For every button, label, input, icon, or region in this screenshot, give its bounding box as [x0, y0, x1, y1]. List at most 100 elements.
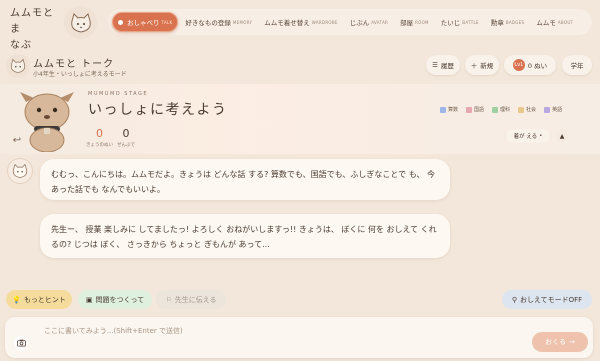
stage-label: MUMUMO STAGE [88, 91, 148, 97]
subject-label: 理科 [500, 107, 511, 113]
arrow-right-icon: → [569, 338, 575, 346]
message-bubble: 先生ー、 授業 楽しみに してましたっ! よろしく おねがいしますっ!! きょう… [40, 214, 450, 258]
main-nav: おしゃべり TALK 好きなもの登録 MEMORY ムムモ着せ替え WARDRO… [108, 9, 592, 35]
subject-label: 国語 [474, 107, 485, 113]
nav-tab-label: 部屋 [400, 19, 414, 27]
list-icon: ☰ [432, 61, 438, 69]
make-problem-label: 問題をつくって [95, 295, 145, 304]
coins-label: 0 ぬい [527, 62, 548, 70]
top-bar: ムムモとま なぶ おしゃべり TALK 好きなもの登録 MEMORY ムムモ着せ… [0, 0, 600, 51]
square-icon [544, 106, 551, 113]
camera-icon[interactable] [14, 336, 28, 350]
subject-math[interactable]: 算数 [440, 106, 458, 113]
square-icon [466, 106, 473, 113]
collapse-up-icon[interactable]: ▲ [555, 129, 569, 143]
dot-icon: • [539, 133, 543, 139]
stat-total: 0 ぜんぶで [117, 127, 135, 148]
dress-up-label: 着が える [513, 134, 538, 140]
nav-tab-sub: MEMORY [232, 19, 253, 25]
cat-face-icon [10, 58, 26, 73]
grade-button[interactable]: 学年 [562, 55, 592, 75]
cat-face-icon [70, 12, 91, 33]
plus-icon: ＋ [470, 62, 478, 70]
stage-title: いっしょに考えよう [88, 102, 228, 118]
nav-tab-label: おしゃべり [127, 19, 160, 27]
nav-tab-about[interactable]: ムムモ ABOUT [531, 12, 578, 32]
subject-label: 英語 [552, 107, 563, 113]
history-label: 履歴 [440, 62, 454, 70]
make-problem-button[interactable]: ▣ 問題をつくって [78, 290, 152, 309]
teach-mode-label: おしえてモードOFF [519, 295, 583, 304]
grade-label: 学年 [570, 62, 584, 70]
message-bubble-assistant: むむっ、こんにちは。ムムモだよ。きょうは どんな話 する? 算数でも、国語でも、… [40, 159, 450, 200]
page-title: ムムモと トーク [33, 59, 115, 70]
tell-teacher-label: 先生に伝える [174, 295, 217, 304]
subject-legend: 算数 国語 理科 社会 英語 [440, 106, 562, 113]
subject-science[interactable]: 理科 [492, 106, 510, 113]
nav-tab-battle[interactable]: たいじ BATTLE [436, 12, 484, 32]
new-chat-button[interactable]: ＋ 新規 [465, 55, 499, 75]
nav-tab-memory[interactable]: 好きなもの登録 MEMORY [180, 12, 257, 32]
nav-tab-badges[interactable]: 勲章 BADGES [486, 12, 530, 32]
stat-label: きょうのぬい [86, 143, 113, 148]
stat-label: ぜんぶで [117, 143, 135, 148]
history-button[interactable]: ☰ 履歴 [426, 55, 460, 75]
nav-tab-sub: BATTLE [462, 19, 479, 25]
new-label: 新規 [480, 62, 494, 70]
message-text: むむっ、こんにちは。ムムモだよ。きょうは どんな話 する? 算数でも、国語でも、… [51, 170, 435, 194]
teach-mode-toggle[interactable]: ⚲ おしえてモードOFF [502, 290, 592, 309]
nav-tab-label: 好きなもの登録 [185, 19, 231, 27]
message-input[interactable]: ここに書いてみよう...(Shift+Enter で送信) [44, 326, 183, 336]
flag-icon: ⚐ [165, 295, 172, 304]
subject-english[interactable]: 英語 [544, 106, 562, 113]
stat-today: 0 きょうのぬい [86, 127, 113, 148]
stat-num: 0 [122, 127, 130, 140]
back-arrow-icon[interactable]: ↩ [8, 131, 26, 149]
page-subtitle: 小4年生・いっしょに考えるモード [33, 71, 127, 78]
subject-label: 算数 [448, 107, 459, 113]
square-icon [518, 106, 525, 113]
send-button[interactable]: おくる → [532, 332, 588, 352]
lightbulb-icon: 💡 [12, 295, 21, 304]
mumumo-avatar [7, 158, 33, 184]
nav-tab-label: 勲章 [490, 19, 504, 27]
nav-tab-label: じぶん [349, 19, 370, 27]
message-text: 先生ー、 授業 楽しみに してましたっ! よろしく おねがいしますっ!! きょう… [51, 225, 437, 249]
dot-icon [118, 19, 123, 25]
nav-tab-label: ムムモ [536, 19, 556, 27]
nav-tab-room[interactable]: 部屋 ROOM [395, 12, 434, 32]
square-icon [440, 106, 446, 113]
nav-tab-sub: ABOUT [557, 19, 574, 25]
nav-tab-sub: TALK [161, 19, 173, 25]
tell-teacher-button[interactable]: ⚐ 先生に伝える [156, 290, 226, 309]
coin-status: Lv1 0 ぬい [504, 55, 556, 75]
mumumo-mascot-icon [20, 92, 74, 153]
nav-tab-avatar[interactable]: じぶん AVATAR [345, 12, 393, 32]
nav-tab-label: たいじ [440, 19, 461, 27]
mascot-character [18, 88, 76, 153]
cat-face-icon [12, 163, 28, 178]
dress-up-button[interactable]: 着が える • [506, 129, 550, 143]
nav-tab-sub: WARDROBE [311, 19, 338, 25]
subject-social[interactable]: 社会 [518, 106, 536, 113]
message-composer[interactable] [5, 317, 593, 358]
nav-tab-wardrobe[interactable]: ムムモ着せ替え WARDROBE [259, 12, 342, 32]
more-hint-button[interactable]: 💡 もっとヒント [6, 290, 72, 309]
nav-tab-sub: BADGES [505, 19, 525, 25]
level-badge: Lv1 [512, 59, 525, 71]
subject-label: 社会 [526, 107, 537, 113]
app-logo-avatar [64, 6, 97, 39]
app-logo-text: ムムモとま なぶ [10, 8, 54, 51]
notepad-icon: ▣ [85, 295, 93, 304]
nav-tab-talk[interactable]: おしゃべり TALK [112, 12, 179, 32]
nav-tab-label: ムムモ着せ替え [264, 19, 310, 27]
header-avatar [6, 54, 30, 78]
teach-icon: ⚲ [511, 295, 517, 304]
square-icon [492, 106, 499, 113]
nav-tab-sub: AVATAR [371, 19, 389, 25]
nav-tab-sub: ROOM [415, 19, 429, 25]
subject-japanese[interactable]: 国語 [466, 106, 484, 113]
hint-label: もっとヒント [23, 295, 66, 304]
stat-num: 0 [96, 127, 103, 140]
send-label: おくる [545, 338, 566, 346]
